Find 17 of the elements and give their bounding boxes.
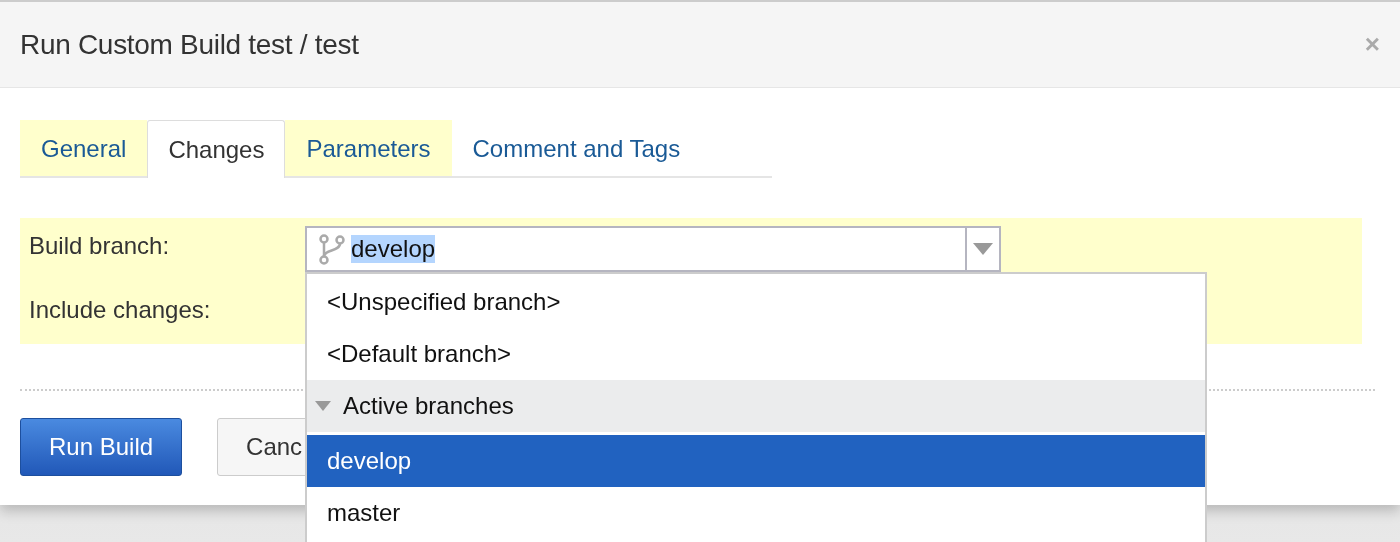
tab[interactable]: Changes [147,120,286,178]
field-label: Include changes: [29,296,212,324]
dropdown-option[interactable]: <Default branch> [307,328,1205,380]
branch-icon [317,233,347,265]
tab[interactable]: General [20,120,148,176]
group-label: Active branches [343,392,514,420]
group-header[interactable]: Active branches [307,380,1205,432]
branch-value: develop [351,235,436,263]
field-label: Build branch: [29,232,171,260]
dropdown-option[interactable]: develop [307,435,1205,487]
dropdown-option[interactable]: <Unspecified branch> [307,276,1205,328]
branch-combobox[interactable]: develop [305,226,1001,272]
run-build-button[interactable]: Run Build [20,418,183,476]
dialog-title: Run Custom Build test / test [20,28,360,61]
dropdown-option[interactable]: master [307,487,1205,539]
caret-icon [315,401,331,411]
tab[interactable]: Parameters [285,120,452,176]
